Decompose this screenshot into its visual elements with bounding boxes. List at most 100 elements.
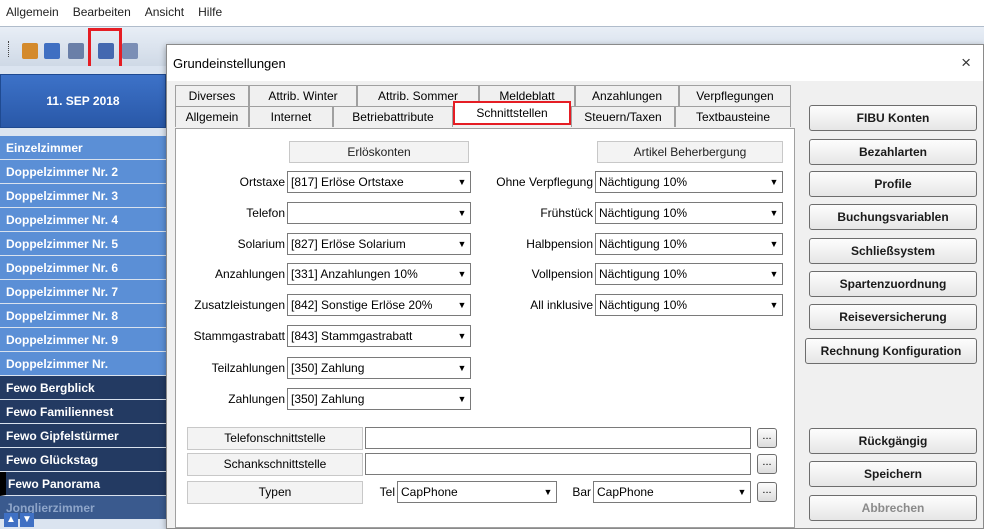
toolbar-grip[interactable] (8, 41, 11, 57)
chevron-down-icon: ▼ (453, 234, 470, 254)
date-display[interactable]: 11. SEP 2018 (0, 74, 166, 128)
zahlungen-value: [350] Zahlung (291, 392, 365, 406)
room-item[interactable]: Fewo Glückstag (0, 448, 166, 472)
tel-typ-select[interactable]: CapPhone ▼ (397, 481, 557, 503)
room-item[interactable]: Doppelzimmer Nr. 3 (0, 184, 166, 208)
dialog-title: Grundeinstellungen (173, 55, 286, 71)
ohne-verpflegung-select[interactable]: Nächtigung 10% ▼ (595, 171, 783, 193)
room-item[interactable]: Doppelzimmer Nr. 4 (0, 208, 166, 232)
bezahlarten-button[interactable]: Bezahlarten (809, 139, 977, 165)
label-fruehstueck: Frühstück (540, 206, 593, 220)
room-item[interactable]: Einzelzimmer (0, 136, 166, 160)
zusatzleistungen-select[interactable]: [842] Sonstige Erlöse 20% ▼ (287, 294, 471, 316)
telefonschnittstelle-label: Telefonschnittstelle (187, 427, 363, 450)
anzahlungen-select[interactable]: [331] Anzahlungen 10% ▼ (287, 263, 471, 285)
tab-diverses[interactable]: Diverses (175, 85, 249, 106)
typen-browse-button[interactable]: ... (757, 482, 777, 502)
rueckgaengig-button[interactable]: Rückgängig (809, 428, 977, 454)
fruehstueck-select[interactable]: Nächtigung 10% ▼ (595, 202, 783, 224)
users-icon[interactable] (44, 43, 60, 59)
room-sidebar: 11. SEP 2018 Einzelzimmer Doppelzimmer Nr… (0, 66, 166, 529)
room-item[interactable]: Doppelzimmer Nr. 8 (0, 304, 166, 328)
all-inklusive-value: Nächtigung 10% (599, 298, 688, 312)
rechnung-konfiguration-button[interactable]: Rechnung Konfiguration (805, 338, 977, 364)
tab-anzahlungen[interactable]: Anzahlungen (575, 85, 679, 106)
typen-label: Typen (187, 481, 363, 504)
zahlungen-select[interactable]: [350] Zahlung ▼ (287, 388, 471, 410)
connect-icon[interactable] (122, 43, 138, 59)
date-label: 11. SEP 2018 (46, 94, 120, 108)
halbpension-value: Nächtigung 10% (599, 237, 688, 251)
bar-label: Bar (572, 485, 591, 499)
chevron-down-icon: ▼ (453, 326, 470, 346)
all-inklusive-select[interactable]: Nächtigung 10% ▼ (595, 294, 783, 316)
users-icon[interactable] (22, 43, 38, 59)
label-vollpension: Vollpension (531, 267, 593, 281)
chevron-down-icon: ▼ (453, 389, 470, 409)
tab-betriebattribute[interactable]: Betriebattribute (333, 106, 453, 127)
room-item[interactable]: Doppelzimmer Nr. 5 (0, 232, 166, 256)
menu-bearbeiten[interactable]: Bearbeiten (73, 5, 131, 19)
telefonschnittstelle-input[interactable] (365, 427, 751, 449)
ortstaxe-select[interactable]: [817] Erlöse Ortstaxe ▼ (287, 171, 471, 193)
abbrechen-button[interactable]: Abbrechen (809, 495, 977, 521)
tab-verpflegungen[interactable]: Verpflegungen (679, 85, 791, 106)
room-item[interactable]: Fewo Familiennest (0, 400, 166, 424)
chevron-down-icon: ▼ (765, 234, 782, 254)
profile-button[interactable]: Profile (809, 171, 977, 197)
zusatzleistungen-value: [842] Sonstige Erlöse 20% (291, 298, 433, 312)
chevron-down-icon: ▼ (453, 295, 470, 315)
solarium-value: [827] Erlöse Solarium (291, 237, 406, 251)
fibu-konten-button[interactable]: FIBU Konten (809, 105, 977, 131)
room-item[interactable]: Fewo Bergblick (0, 376, 166, 400)
bar-typ-select[interactable]: CapPhone ▼ (593, 481, 751, 503)
menu-hilfe[interactable]: Hilfe (198, 5, 222, 19)
telefon-select[interactable]: ▼ (287, 202, 471, 224)
chevron-down-icon: ▼ (765, 203, 782, 223)
tab-attrib-winter[interactable]: Attrib. Winter (249, 85, 357, 106)
label-solarium: Solarium (237, 237, 285, 251)
chevron-down-icon: ▼ (453, 264, 470, 284)
spartenzuordnung-button[interactable]: Spartenzuordnung (809, 271, 977, 297)
buchungsvariablen-button[interactable]: Buchungsvariablen (809, 204, 977, 230)
solarium-select[interactable]: [827] Erlöse Solarium ▼ (287, 233, 471, 255)
interface-settings-icon[interactable] (68, 43, 84, 59)
tab-textbausteine[interactable]: Textbausteine (675, 106, 791, 127)
teilzahlungen-select[interactable]: [350] Zahlung ▼ (287, 357, 471, 379)
vollpension-select[interactable]: Nächtigung 10% ▼ (595, 263, 783, 285)
chevron-down-icon: ▼ (539, 482, 556, 502)
room-item[interactable]: Fewo Gipfelstürmer (0, 424, 166, 448)
speichern-button[interactable]: Speichern (809, 461, 977, 487)
reiseversicherung-button[interactable]: Reiseversicherung (809, 304, 977, 330)
artikel-header: Artikel Beherbergung (597, 141, 783, 163)
room-item[interactable]: Doppelzimmer Nr. 9 (0, 328, 166, 352)
label-halbpension: Halbpension (526, 237, 593, 251)
tab-internet[interactable]: Internet (249, 106, 333, 127)
schankschnittstelle-input[interactable] (365, 453, 751, 475)
menu-ansicht[interactable]: Ansicht (145, 5, 184, 19)
stammgastrabatt-value: [843] Stammgastrabatt (291, 329, 413, 343)
menu-allgemein[interactable]: Allgemein (6, 5, 59, 19)
room-item[interactable]: Fewo Panorama (0, 472, 166, 496)
arrow-down-icon[interactable]: ▼ (20, 513, 34, 527)
room-item[interactable]: Doppelzimmer Nr. (0, 352, 166, 376)
room-item[interactable]: Doppelzimmer Nr. 2 (0, 160, 166, 184)
tab-steuern-taxen[interactable]: Steuern/Taxen (571, 106, 675, 127)
chevron-down-icon: ▼ (765, 295, 782, 315)
arrow-up-icon[interactable]: ▲ (4, 513, 18, 527)
room-item[interactable]: Doppelzimmer Nr. 7 (0, 280, 166, 304)
stammgastrabatt-select[interactable]: [843] Stammgastrabatt ▼ (287, 325, 471, 347)
telefon-browse-button[interactable]: ... (757, 428, 777, 448)
schliesssystem-button[interactable]: Schließsystem (809, 238, 977, 264)
tab-schnittstellen[interactable]: Schnittstellen (453, 101, 571, 125)
chevron-down-icon: ▼ (453, 358, 470, 378)
schank-browse-button[interactable]: ... (757, 454, 777, 474)
settings-dialog: Grundeinstellungen × Diverses Attrib. Wi… (166, 44, 984, 529)
halbpension-select[interactable]: Nächtigung 10% ▼ (595, 233, 783, 255)
label-zusatzleistungen: Zusatzleistungen (194, 298, 285, 312)
label-ortstaxe: Ortstaxe (239, 175, 285, 189)
room-item[interactable]: Doppelzimmer Nr. 6 (0, 256, 166, 280)
close-icon[interactable]: × (961, 53, 971, 73)
tab-allgemein[interactable]: Allgemein (175, 106, 249, 127)
bar-typ-value: CapPhone (597, 485, 654, 499)
